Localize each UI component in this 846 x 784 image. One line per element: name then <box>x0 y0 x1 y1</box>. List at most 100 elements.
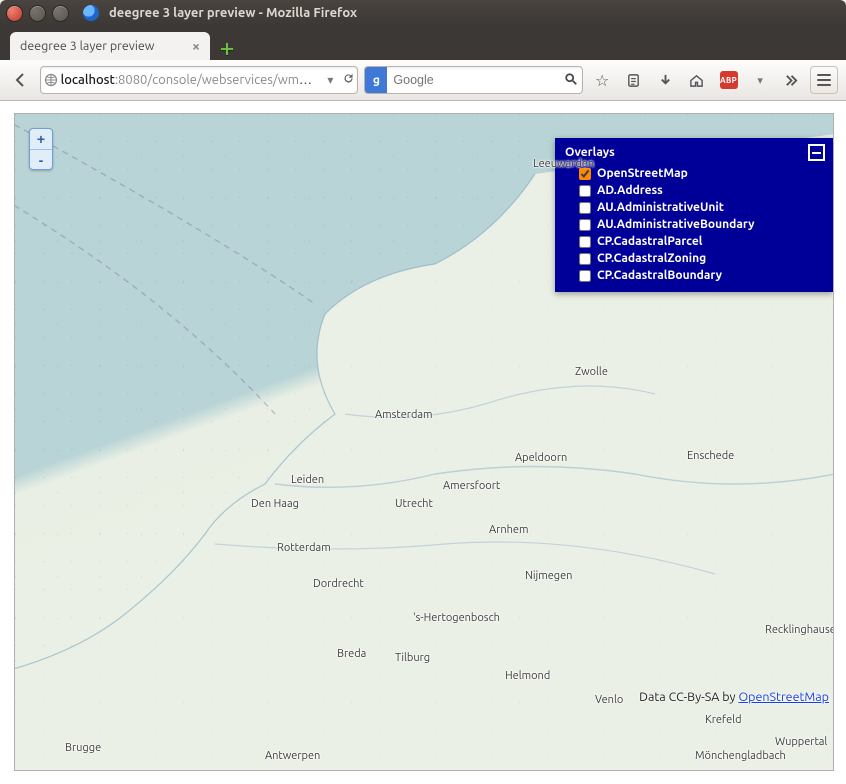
layer-item[interactable]: AD.Address <box>579 182 825 199</box>
download-icon <box>658 73 673 88</box>
arrow-left-icon <box>13 72 29 88</box>
plus-icon <box>219 41 235 57</box>
city-label: Breda <box>337 648 366 660</box>
layer-label: CP.CadastralBoundary <box>597 269 722 282</box>
page-content: + - Overlays OpenStreetMap AD.Address AU.A… <box>0 101 846 784</box>
clipboard-icon <box>626 73 641 88</box>
map-basemap-svg <box>15 114 833 771</box>
tab-title: deegree 3 layer preview <box>20 39 155 53</box>
layer-list: OpenStreetMap AD.Address AU.Administrative… <box>565 165 825 284</box>
adblock-button[interactable]: ABP <box>716 67 742 93</box>
window-minimize-button[interactable] <box>29 5 46 22</box>
layer-checkbox[interactable] <box>579 219 591 231</box>
reload-icon <box>342 72 355 85</box>
window-title: deegree 3 layer preview - Mozilla Firefo… <box>109 6 357 20</box>
search-engine-icon[interactable]: g <box>365 67 387 93</box>
url-text: localhost:8080/console/webservices/wms/w… <box>61 73 322 87</box>
layer-label: CP.CadastralZoning <box>597 252 706 265</box>
layer-label: AU.AdministrativeUnit <box>597 201 724 214</box>
abp-dropdown[interactable]: ▾ <box>747 67 773 93</box>
new-tab-button[interactable] <box>218 38 236 60</box>
downloads-button[interactable] <box>653 67 679 93</box>
layer-switcher-title: Overlays <box>565 146 615 159</box>
layer-switcher-panel: Overlays OpenStreetMap AD.Address AU.Admin… <box>555 138 833 292</box>
hamburger-menu-button[interactable] <box>810 66 838 94</box>
city-label: Utrecht <box>395 498 433 510</box>
globe-icon <box>44 73 58 87</box>
city-label: Rotterdam <box>277 542 331 554</box>
layer-checkbox[interactable] <box>579 185 591 197</box>
map-attribution: Data CC-By-SA by OpenStreetMap <box>639 690 829 704</box>
magnifier-icon <box>564 72 578 86</box>
url-path: :8080/console/webservices/wms/wi <box>115 73 322 87</box>
firefox-icon <box>83 5 99 21</box>
city-label: Nijmegen <box>525 570 572 582</box>
layer-item[interactable]: CP.CadastralBoundary <box>579 267 825 284</box>
overflow-button[interactable] <box>779 67 805 93</box>
window-titlebar: deegree 3 layer preview - Mozilla Firefo… <box>0 0 846 26</box>
city-label: Wuppertal <box>775 736 827 748</box>
layer-item[interactable]: CP.CadastralParcel <box>579 233 825 250</box>
city-label: Zwolle <box>575 366 608 378</box>
home-icon <box>689 73 704 88</box>
attribution-link[interactable]: OpenStreetMap <box>738 690 829 704</box>
city-label: Venlo <box>595 694 623 706</box>
back-button[interactable] <box>8 67 34 93</box>
city-label: 's-Hertogenbosch <box>413 612 500 624</box>
city-label: Mönchengladbach <box>695 750 786 762</box>
bookmark-star-button[interactable]: ☆ <box>589 67 615 93</box>
url-dropdown-button[interactable]: ▾ <box>321 73 339 87</box>
layer-checkbox[interactable] <box>579 202 591 214</box>
layer-checkbox[interactable] <box>579 253 591 265</box>
city-label: Arnhem <box>489 524 528 536</box>
city-label: Tilburg <box>395 652 430 664</box>
hamburger-icon <box>817 79 831 81</box>
layer-item[interactable]: CP.CadastralZoning <box>579 250 825 267</box>
layer-label: AU.AdministrativeBoundary <box>597 218 755 231</box>
window-close-button[interactable] <box>6 5 23 22</box>
search-bar[interactable]: g <box>364 66 583 94</box>
chevron-double-right-icon <box>784 73 799 88</box>
layer-label: AD.Address <box>597 184 663 197</box>
city-label: Amersfoort <box>443 480 500 492</box>
map-viewport[interactable]: + - Overlays OpenStreetMap AD.Address AU.A… <box>14 113 834 771</box>
layer-item[interactable]: OpenStreetMap <box>579 165 825 182</box>
navigation-toolbar: localhost:8080/console/webservices/wms/w… <box>0 60 846 101</box>
city-label: Antwerpen <box>265 750 320 762</box>
window-maximize-button[interactable] <box>52 5 69 22</box>
layer-item[interactable]: AU.AdministrativeBoundary <box>579 216 825 233</box>
zoom-in-button[interactable]: + <box>30 129 52 149</box>
layer-label: CP.CadastralParcel <box>597 235 702 248</box>
city-label: Leiden <box>291 474 324 486</box>
search-input[interactable] <box>387 73 560 87</box>
layer-switcher-minimize-button[interactable] <box>808 144 825 161</box>
layer-checkbox[interactable] <box>579 270 591 282</box>
layer-item[interactable]: AU.AdministrativeUnit <box>579 199 825 216</box>
city-label: Amsterdam <box>375 409 433 421</box>
city-label: Den Haag <box>251 498 299 510</box>
layer-checkbox[interactable] <box>579 236 591 248</box>
city-label: Recklinghausen <box>765 624 834 636</box>
attribution-prefix: Data CC-By-SA by <box>639 690 738 704</box>
layer-label: OpenStreetMap <box>597 167 688 180</box>
layer-checkbox[interactable] <box>579 168 591 180</box>
home-button[interactable] <box>684 67 710 93</box>
city-label: Krefeld <box>705 714 742 726</box>
city-label: Brugge <box>65 742 101 754</box>
search-go-button[interactable] <box>560 72 582 89</box>
reload-button[interactable] <box>339 72 357 88</box>
reading-list-button[interactable] <box>621 67 647 93</box>
url-bar[interactable]: localhost:8080/console/webservices/wms/w… <box>40 66 359 94</box>
city-label: Leeuwarden <box>533 158 594 170</box>
zoom-control: + - <box>29 128 53 170</box>
tab-close-button[interactable]: × <box>192 38 200 54</box>
tab-strip: deegree 3 layer preview × <box>0 26 846 60</box>
city-label: Enschede <box>687 450 734 462</box>
url-host: localhost <box>61 73 115 87</box>
city-label: Dordrecht <box>313 578 364 590</box>
tab-active[interactable]: deegree 3 layer preview × <box>10 32 210 60</box>
abp-badge-icon: ABP <box>720 71 738 89</box>
zoom-out-button[interactable]: - <box>30 149 52 169</box>
site-identity-icon[interactable] <box>41 73 61 87</box>
city-label: Apeldoorn <box>515 452 567 464</box>
